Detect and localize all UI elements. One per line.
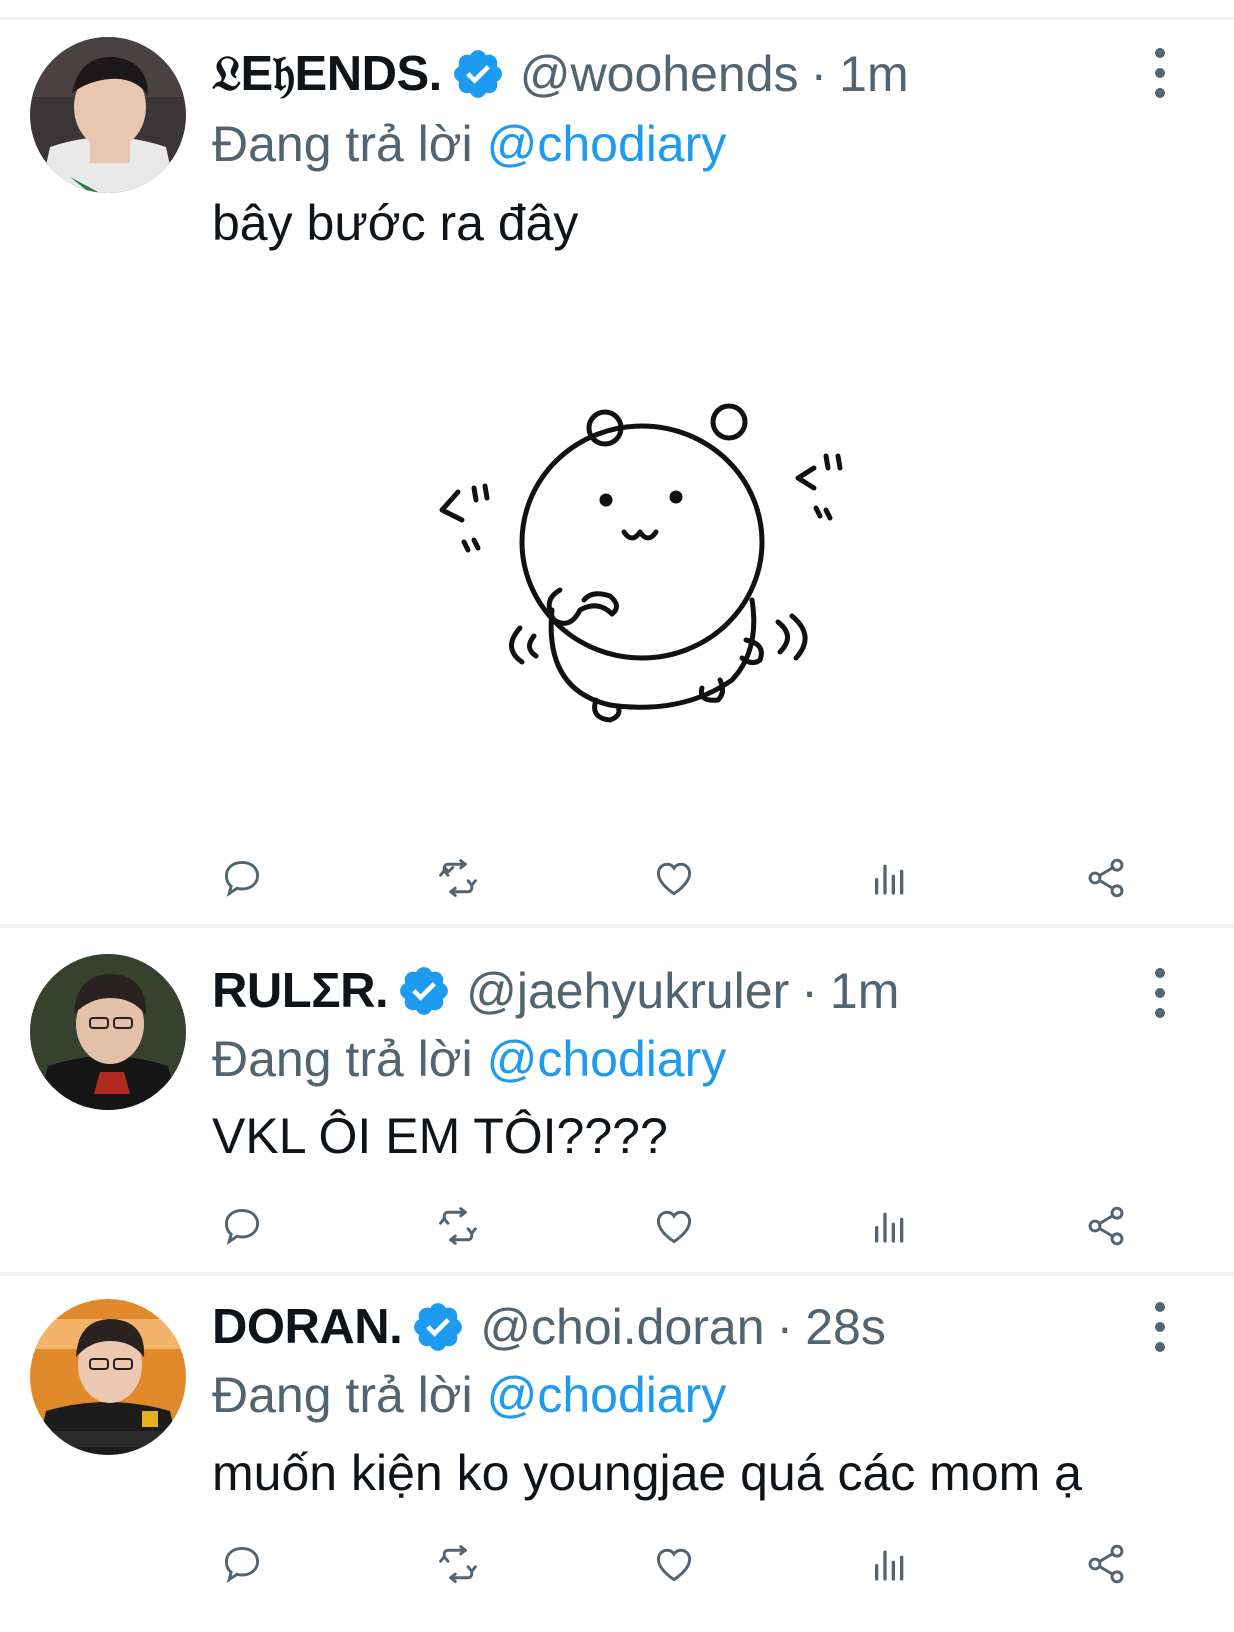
views-icon[interactable] xyxy=(860,1196,920,1256)
views-icon[interactable] xyxy=(860,1534,920,1594)
tweet-text: bây bước ra đây xyxy=(212,195,579,251)
tweet-text: muốn kiện ko youngjae quá các mom ạ xyxy=(212,1445,1082,1501)
replying-to: Đang trả lời @chodiary xyxy=(212,1030,726,1088)
display-name[interactable]: RULΣR. xyxy=(212,963,389,1019)
tweet-text: VKL ÔI EM TÔI???? xyxy=(212,1108,668,1164)
tweet[interactable]: RULΣR. @jaehyukruler · 1m Đang trả lời @… xyxy=(0,928,1234,1276)
more-options-icon[interactable] xyxy=(1148,48,1172,98)
avatar[interactable] xyxy=(30,1299,186,1455)
reply-prefix: Đang trả lời xyxy=(212,1367,473,1423)
avatar[interactable] xyxy=(30,954,186,1110)
tweet-media[interactable] xyxy=(212,270,1212,790)
tweet-header: DORAN. @choi.doran · 28s xyxy=(212,1296,886,1358)
share-icon[interactable] xyxy=(1076,1534,1136,1594)
timestamp[interactable]: 28s xyxy=(805,1298,886,1356)
reply-icon[interactable] xyxy=(212,848,272,908)
reply-icon[interactable] xyxy=(212,1534,272,1594)
tweet-actions xyxy=(212,1534,1182,1594)
reply-icon[interactable] xyxy=(212,1196,272,1256)
mention-link[interactable]: @chodiary xyxy=(487,1031,727,1087)
more-options-icon[interactable] xyxy=(1148,968,1172,1018)
bear-sticker-image xyxy=(439,403,843,723)
tweet-header: 𝔏E𝔥ENDS. @woohends · 1m xyxy=(212,43,909,105)
mention-link[interactable]: @chodiary xyxy=(487,116,727,172)
mention-link[interactable]: @chodiary xyxy=(487,1367,727,1423)
tweet[interactable]: 𝔏E𝔥ENDS. @woohends · 1m Đang trả lời @ch… xyxy=(0,0,1234,928)
retweet-icon[interactable] xyxy=(428,848,488,908)
display-name[interactable]: DORAN. xyxy=(212,1299,403,1355)
tweet-actions xyxy=(212,848,1182,908)
like-icon[interactable] xyxy=(644,848,704,908)
user-handle[interactable]: @jaehyukruler xyxy=(466,962,789,1020)
timestamp[interactable]: 1m xyxy=(830,962,899,1020)
reply-prefix: Đang trả lời xyxy=(212,1031,473,1087)
like-icon[interactable] xyxy=(644,1534,704,1594)
display-name[interactable]: 𝔏E𝔥ENDS. xyxy=(212,46,442,103)
reply-prefix: Đang trả lời xyxy=(212,116,473,172)
share-icon[interactable] xyxy=(1076,848,1136,908)
like-icon[interactable] xyxy=(644,1196,704,1256)
tweet[interactable]: DORAN. @choi.doran · 28s Đang trả lời @c… xyxy=(0,1276,1234,1632)
more-options-icon[interactable] xyxy=(1148,1302,1172,1352)
retweet-icon[interactable] xyxy=(428,1534,488,1594)
user-handle[interactable]: @woohends xyxy=(520,45,799,103)
tweet-actions xyxy=(212,1196,1182,1256)
avatar[interactable] xyxy=(30,37,186,193)
user-handle[interactable]: @choi.doran xyxy=(480,1298,764,1356)
retweet-icon[interactable] xyxy=(428,1196,488,1256)
separator-dot: · xyxy=(776,1299,794,1355)
separator-dot: · xyxy=(810,46,828,102)
tweet-header: RULΣR. @jaehyukruler · 1m xyxy=(212,960,899,1022)
replying-to: Đang trả lời @chodiary xyxy=(212,1366,726,1424)
verified-badge-icon xyxy=(396,963,452,1019)
replying-to: Đang trả lời @chodiary xyxy=(212,115,726,173)
verified-badge-icon xyxy=(410,1299,466,1355)
verified-badge-icon xyxy=(450,46,506,102)
views-icon[interactable] xyxy=(860,848,920,908)
share-icon[interactable] xyxy=(1076,1196,1136,1256)
timestamp[interactable]: 1m xyxy=(839,45,908,103)
separator-dot: · xyxy=(801,963,818,1019)
